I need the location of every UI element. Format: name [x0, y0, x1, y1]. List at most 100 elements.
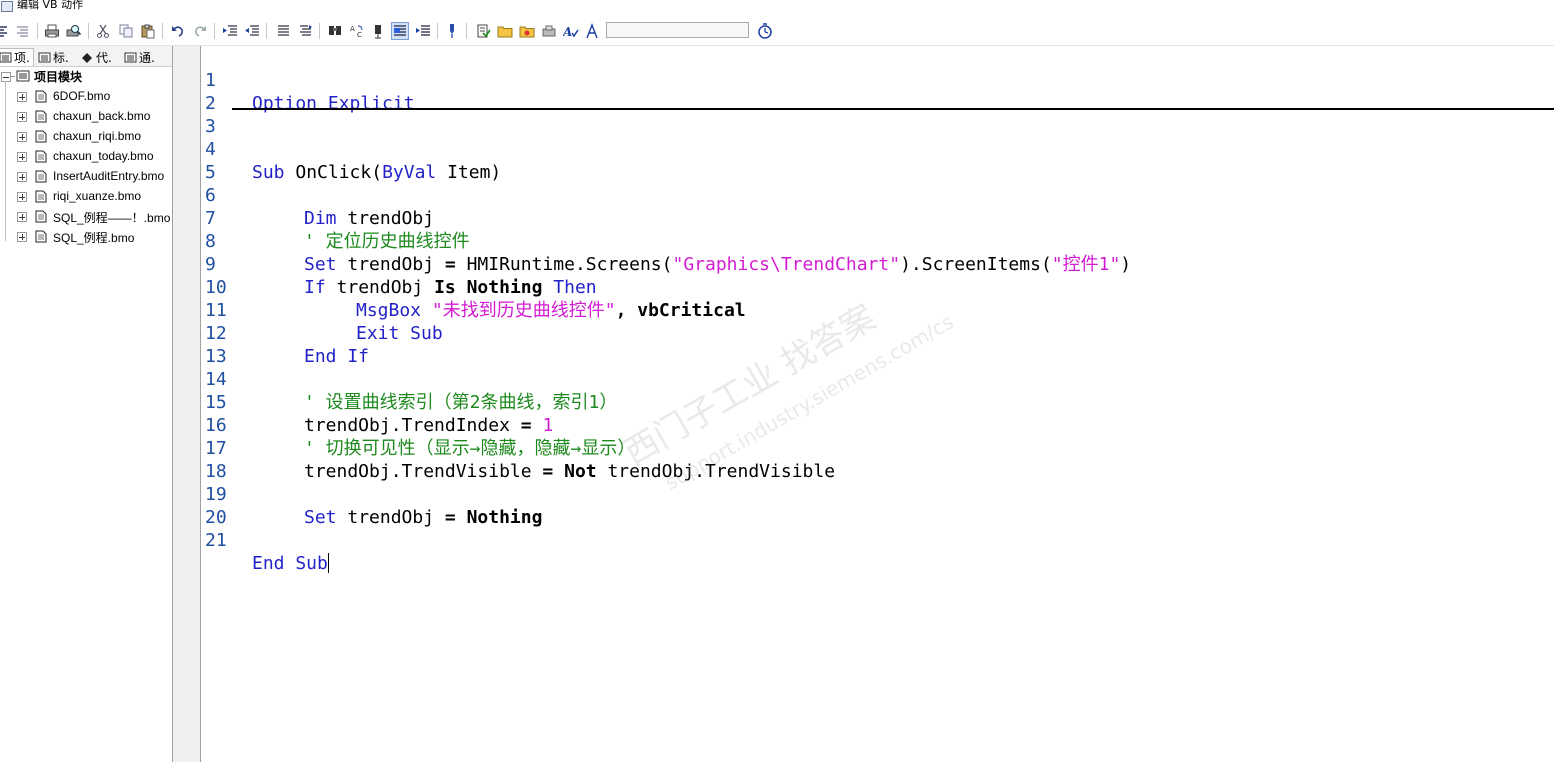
tree-item[interactable]: SQL_例程.bmo [0, 227, 172, 247]
module-icon [124, 52, 137, 62]
svg-text:A: A [350, 25, 355, 33]
align-left-icon[interactable] [0, 22, 12, 40]
cut-icon[interactable] [94, 22, 112, 40]
svg-text:A: A [563, 25, 572, 39]
expand-icon[interactable] [17, 212, 27, 222]
code-line: 2 [202, 69, 1554, 114]
tab-label: 代. [96, 50, 112, 65]
paste-icon[interactable] [139, 22, 157, 40]
app-icon [1, 1, 13, 12]
panel-splitter[interactable] [172, 46, 201, 762]
tree-item-label: InsertAuditEntry.bmo [53, 169, 165, 183]
file-icon [35, 150, 47, 163]
tab-label: 通. [139, 50, 155, 65]
bookmark-toggle-icon[interactable] [391, 22, 409, 40]
code-line: 17 trendObj.TrendVisible = Not trendObj.… [202, 414, 1554, 482]
code-line: 7 ' 定位历史曲线控件 [202, 184, 1554, 252]
tree-item-label: SQL_例程.bmo [53, 231, 135, 245]
code-line: 14 ' 设置曲线索引（第2条曲线，索引1） [202, 345, 1554, 413]
file-icon [35, 230, 47, 243]
line-number: 21 [205, 530, 227, 551]
timer-icon[interactable] [756, 22, 774, 40]
tree-item-label: 6DOF.bmo [53, 89, 111, 103]
syntax-check-icon[interactable]: A [562, 22, 580, 40]
code-line: 9 If trendObj Is Nothing Then [202, 230, 1554, 298]
expand-icon[interactable] [17, 192, 27, 202]
tab-general[interactable]: 通. [123, 48, 169, 66]
file-icon [35, 190, 47, 203]
code-line: 6 Dim trendObj [202, 161, 1554, 229]
code-line: 18 [202, 437, 1554, 482]
tab-standard[interactable]: 标. [37, 48, 77, 66]
file-icon [35, 210, 47, 223]
folder-icon[interactable] [496, 22, 514, 40]
tab-project[interactable]: 项. [0, 48, 34, 66]
outdent-icon[interactable] [243, 22, 261, 40]
tree-item-label: chaxun_riqi.bmo [53, 129, 142, 143]
tree-item[interactable]: 6DOF.bmo [0, 87, 172, 107]
indent-icon[interactable] [221, 22, 239, 40]
undo-icon[interactable] [169, 22, 187, 40]
print-preview-icon[interactable] [64, 22, 82, 40]
tab-label: 项. [14, 51, 30, 65]
print-icon[interactable] [43, 22, 61, 40]
comment-icon[interactable] [274, 22, 292, 40]
toolbar: AC A [0, 19, 1554, 46]
code-line: 4 Sub OnClick(ByVal Item) [202, 115, 1554, 183]
code-line: 20 [202, 483, 1554, 528]
tree-item-label: SQL_例程——！.bmo [53, 211, 171, 225]
code-line: 16 ' 切换可见性（显示→隐藏，隐藏→显示） [202, 391, 1554, 459]
tree-root[interactable]: 项目模块 [0, 67, 172, 87]
project-module-icon [16, 70, 30, 82]
tree-item-label: chaxun_back.bmo [53, 109, 151, 123]
window-title: 编辑 VB 动作 [17, 0, 84, 11]
code-line: 10 MsgBox "未找到历史曲线控件", vbCritical [202, 253, 1554, 321]
goto-icon[interactable] [370, 22, 388, 40]
copy-icon[interactable] [117, 22, 135, 40]
tab-code[interactable]: 代. [80, 48, 120, 66]
expand-icon[interactable] [17, 172, 27, 182]
expand-icon[interactable] [17, 152, 27, 162]
code-editor[interactable]: 1 Option Explicit 2 3 4 Sub OnClick(ByVa… [202, 46, 1554, 762]
module-icon [0, 52, 12, 63]
toolbar-search-input[interactable] [606, 22, 749, 38]
code-line: 15 trendObj.TrendIndex = 1 [202, 368, 1554, 436]
replace-icon[interactable]: AC [348, 22, 366, 40]
svg-text:C: C [357, 31, 362, 39]
expand-icon[interactable] [17, 112, 27, 122]
printer-icon[interactable] [540, 22, 558, 40]
import-icon[interactable] [474, 22, 492, 40]
file-icon [35, 90, 47, 103]
expand-icon[interactable] [17, 92, 27, 102]
code-line: 5 [202, 138, 1554, 183]
pin-icon[interactable] [443, 22, 461, 40]
tree-item[interactable]: InsertAuditEntry.bmo [0, 167, 172, 187]
tree-root-label: 项目模块 [34, 70, 83, 84]
tab-label: 标. [53, 50, 69, 65]
code-line: 3 [202, 92, 1554, 137]
expand-icon[interactable] [17, 232, 27, 242]
find-icon[interactable] [326, 22, 344, 40]
tree-item[interactable]: chaxun_riqi.bmo [0, 127, 172, 147]
tree-item[interactable]: riqi_xuanze.bmo [0, 187, 172, 207]
tree-item[interactable]: chaxun_today.bmo [0, 147, 172, 167]
folder-add-icon[interactable] [518, 22, 536, 40]
tree-item[interactable]: chaxun_back.bmo [0, 107, 172, 127]
code-line: 13 [202, 322, 1554, 367]
bookmark-next-icon[interactable] [414, 22, 432, 40]
align-right-icon[interactable] [13, 22, 31, 40]
code-template-icon [82, 52, 92, 63]
redo-icon[interactable] [191, 22, 209, 40]
code-line: 19 Set trendObj = Nothing [202, 460, 1554, 528]
text-caret [327, 553, 329, 573]
project-tabs: 项. 标. 代. 通. [0, 46, 172, 67]
lambda-icon[interactable] [583, 22, 601, 40]
uncomment-icon[interactable] [296, 22, 314, 40]
tree-item[interactable]: SQL_例程——！.bmo [0, 207, 172, 227]
file-icon [35, 170, 47, 183]
expand-icon[interactable] [17, 132, 27, 142]
procedure-separator [232, 108, 1554, 110]
module-icon [38, 52, 51, 62]
tree-item-label: chaxun_today.bmo [53, 149, 154, 163]
code-line: 12 End If [202, 299, 1554, 367]
